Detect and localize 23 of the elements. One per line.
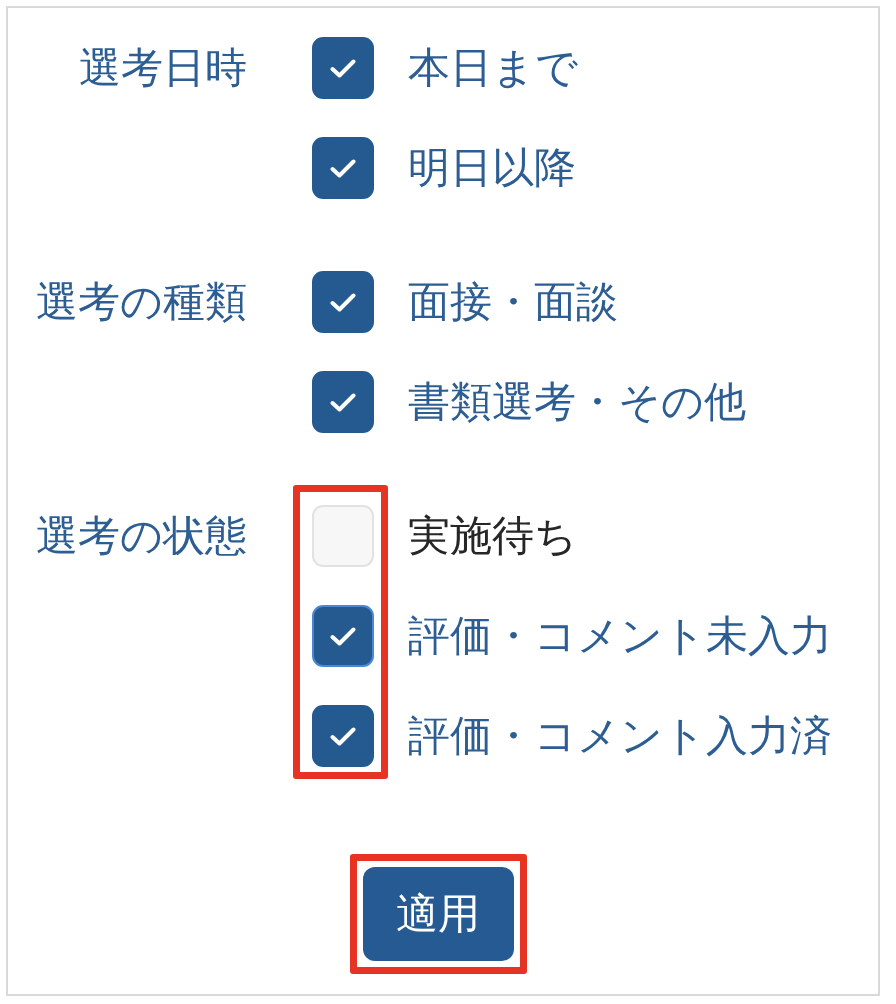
checkbox-label[interactable]: 評価・コメント未入力 <box>408 605 832 667</box>
checkbox-label[interactable]: 書類選考・その他 <box>408 371 746 433</box>
checkbox-label[interactable]: 本日まで <box>408 37 578 99</box>
check-icon <box>330 726 356 746</box>
group-label: 選考の種類 <box>35 276 247 328</box>
check-icon <box>330 392 356 412</box>
check-icon <box>330 626 356 646</box>
group-label: 選考の状態 <box>35 510 247 562</box>
checkbox-label[interactable]: 面接・面談 <box>408 271 618 333</box>
checkbox[interactable] <box>312 371 374 433</box>
check-icon <box>330 58 356 78</box>
group-label: 選考日時 <box>78 42 247 94</box>
checkbox-label[interactable]: 明日以降 <box>408 137 576 199</box>
check-icon <box>330 158 356 178</box>
checkbox[interactable] <box>312 605 374 667</box>
checkbox[interactable] <box>312 137 374 199</box>
checkbox[interactable] <box>312 705 374 767</box>
apply-button[interactable]: 適用 <box>362 867 514 961</box>
checkbox[interactable] <box>312 271 374 333</box>
checkbox[interactable] <box>312 37 374 99</box>
checkbox-label[interactable]: 評価・コメント入力済 <box>408 705 832 767</box>
check-icon <box>330 292 356 312</box>
checkbox-label[interactable]: 実施待ち <box>408 505 577 567</box>
